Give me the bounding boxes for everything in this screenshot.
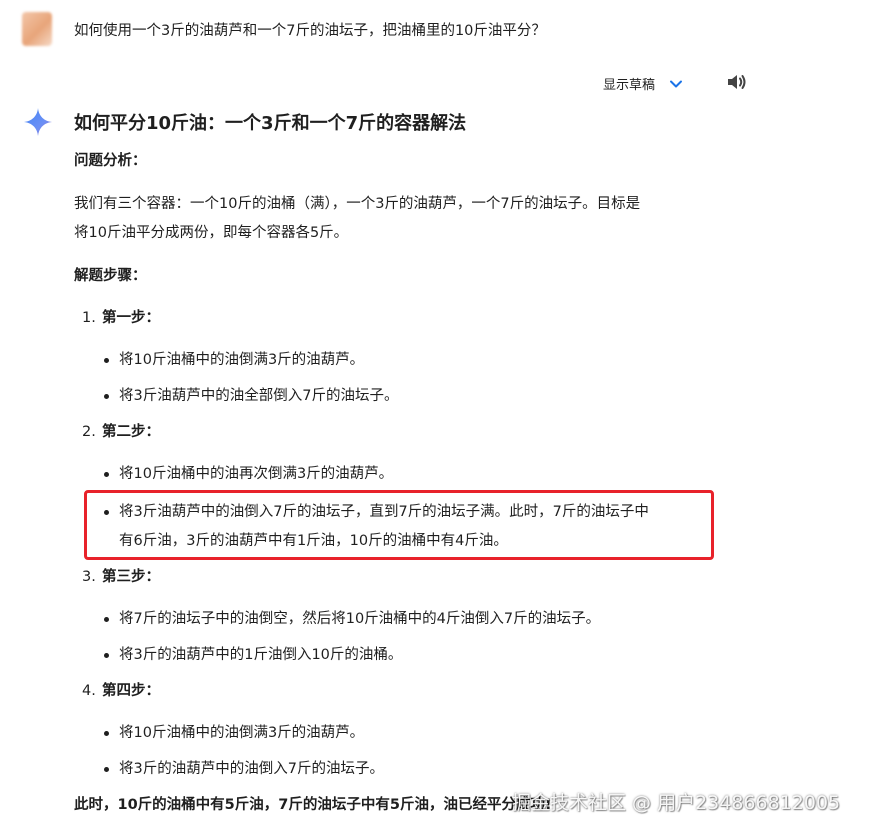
list-item: 将3斤的油葫芦中的油倒入7斤的油坛子。	[74, 755, 724, 784]
speaker-icon[interactable]	[724, 70, 748, 94]
step-heading: 1. 第一步：	[74, 304, 724, 333]
steps-label: 解题步骤：	[74, 268, 147, 284]
answer-title: 如何平分10斤油：一个3斤和一个7斤的容器解法	[74, 113, 467, 134]
list-item: 将10斤油桶中的油倒满3斤的油葫芦。	[74, 346, 724, 375]
list-item: 将3斤的油葫芦中的1斤油倒入10斤的油桶。	[74, 641, 724, 670]
watermark-text: 掘金技术社区 @ 用户234866812005	[512, 792, 841, 814]
analysis-label: 问题分析：	[74, 153, 147, 169]
step-number: 2.	[82, 424, 96, 440]
step-label: 第二步：	[102, 424, 160, 440]
step-number: 1.	[82, 310, 96, 326]
user-avatar	[22, 12, 52, 46]
step-heading: 4. 第四步：	[74, 677, 724, 706]
step-label: 第四步：	[102, 683, 160, 699]
user-prompt: 如何使用一个3斤的油葫芦和一个7斤的油坛子，把油桶里的10斤油平分？	[74, 23, 546, 39]
step-label: 第三步：	[102, 569, 160, 585]
list-item: 将10斤油桶中的油再次倒满3斤的油葫芦。	[74, 460, 724, 489]
highlight-box	[84, 490, 714, 560]
step-number: 4.	[82, 683, 96, 699]
analysis-line: 将10斤油平分成两份，即每个容器各5斤。	[74, 225, 349, 241]
step-label: 第一步：	[102, 310, 160, 326]
list-item: 将7斤的油坛子中的油倒空，然后将10斤油桶中的4斤油倒入7斤的油坛子。	[74, 605, 724, 634]
list-item: 将10斤油桶中的油倒满3斤的油葫芦。	[74, 719, 724, 748]
step-number: 3.	[82, 569, 96, 585]
analysis-line: 我们有三个容器：一个10斤的油桶（满），一个3斤的油葫芦，一个7斤的油坛子。目标…	[74, 196, 641, 212]
step-heading: 2. 第二步：	[74, 418, 724, 447]
answer-body: 如何平分10斤油：一个3斤和一个7斤的容器解法 问题分析： 我们有三个容器：一个…	[74, 111, 724, 820]
step-heading: 3. 第三步：	[74, 563, 724, 592]
gemini-sparkle-icon	[23, 107, 53, 137]
show-drafts-label: 显示草稿	[603, 78, 656, 93]
chevron-down-icon[interactable]	[669, 77, 683, 91]
chat-page: 如何使用一个3斤的油葫芦和一个7斤的油坛子，把油桶里的10斤油平分？ 显示草稿	[0, 0, 873, 835]
list-item: 将3斤油葫芦中的油全部倒入7斤的油坛子。	[74, 382, 724, 411]
show-drafts-button[interactable]: 显示草稿	[603, 74, 683, 93]
